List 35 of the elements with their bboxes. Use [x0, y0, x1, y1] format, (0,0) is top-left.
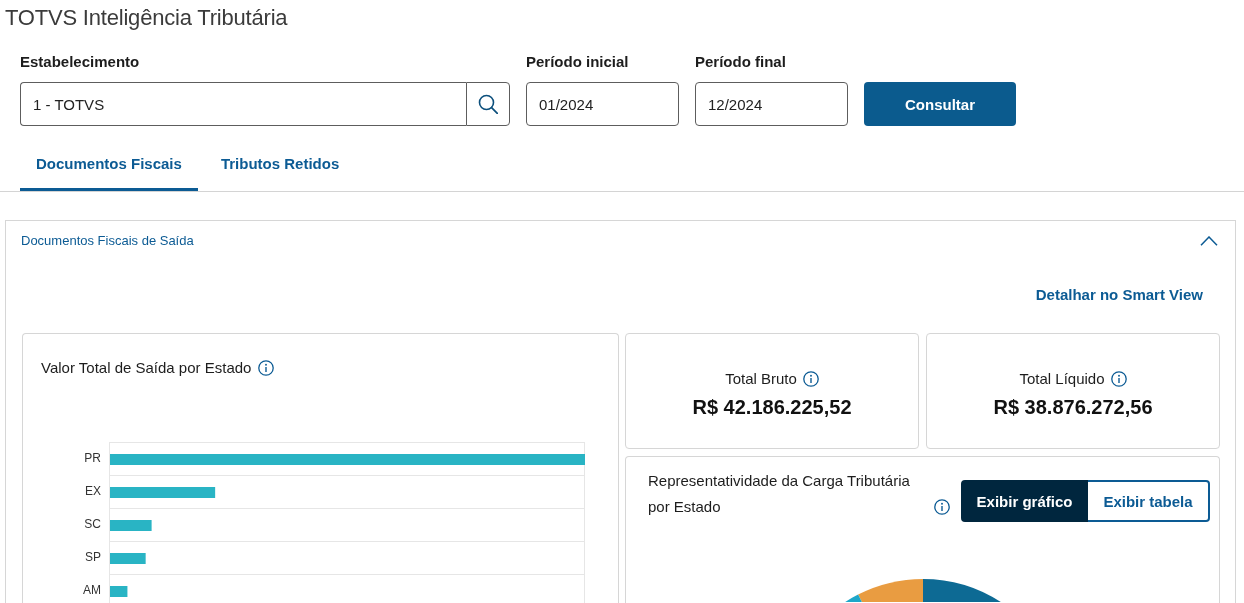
chart-title: Valor Total de Saída por Estado [41, 358, 252, 378]
field-label: Estabelecimento [20, 52, 140, 72]
field-label: Período inicial [526, 52, 629, 72]
chart-title: Representatividade da Carga Tributária por Estado [648, 471, 911, 517]
category-label: AM [83, 583, 101, 598]
date-field[interactable]: 12/2024 [695, 82, 848, 126]
view-option-button[interactable]: Exibir gráfico [961, 480, 1088, 522]
category-label: EX [85, 484, 101, 499]
total-value: R$ 42.186.225,52 [692, 395, 852, 420]
info-icon[interactable] [934, 499, 950, 515]
info-icon[interactable] [802, 371, 819, 387]
chevron-up-icon[interactable] [1200, 236, 1218, 246]
tab[interactable]: Documentos Fiscais [20, 136, 198, 191]
date-field[interactable]: 01/2024 [526, 82, 679, 126]
info-icon[interactable] [258, 360, 275, 376]
total-label: Total Bruto [725, 369, 797, 389]
bar [110, 553, 146, 564]
view-option-button[interactable]: Exibir tabela [1088, 480, 1210, 522]
total-label: Total Líquido [1019, 369, 1105, 389]
total-value: R$ 38.876.272,56 [993, 395, 1153, 420]
category-label: SC [84, 517, 101, 532]
field-label: Período final [695, 52, 786, 72]
bar [110, 520, 152, 531]
panel-title: Documentos Fiscais de Saída [21, 233, 194, 249]
app-title: TOTVS Inteligência Tributária [4, 4, 289, 31]
info-icon[interactable] [1110, 371, 1127, 387]
search-button[interactable] [466, 82, 510, 126]
smart-view-link[interactable]: Detalhar no Smart View [1035, 285, 1203, 305]
establishment-field[interactable]: 1 - TOTVS [20, 82, 466, 126]
category-label: SP [85, 550, 101, 565]
submit-button[interactable]: Consultar [864, 82, 1016, 126]
category-label: PR [84, 451, 101, 466]
bar [110, 586, 128, 597]
search-icon [478, 94, 498, 114]
tab[interactable]: Tributos Retidos [204, 136, 356, 191]
